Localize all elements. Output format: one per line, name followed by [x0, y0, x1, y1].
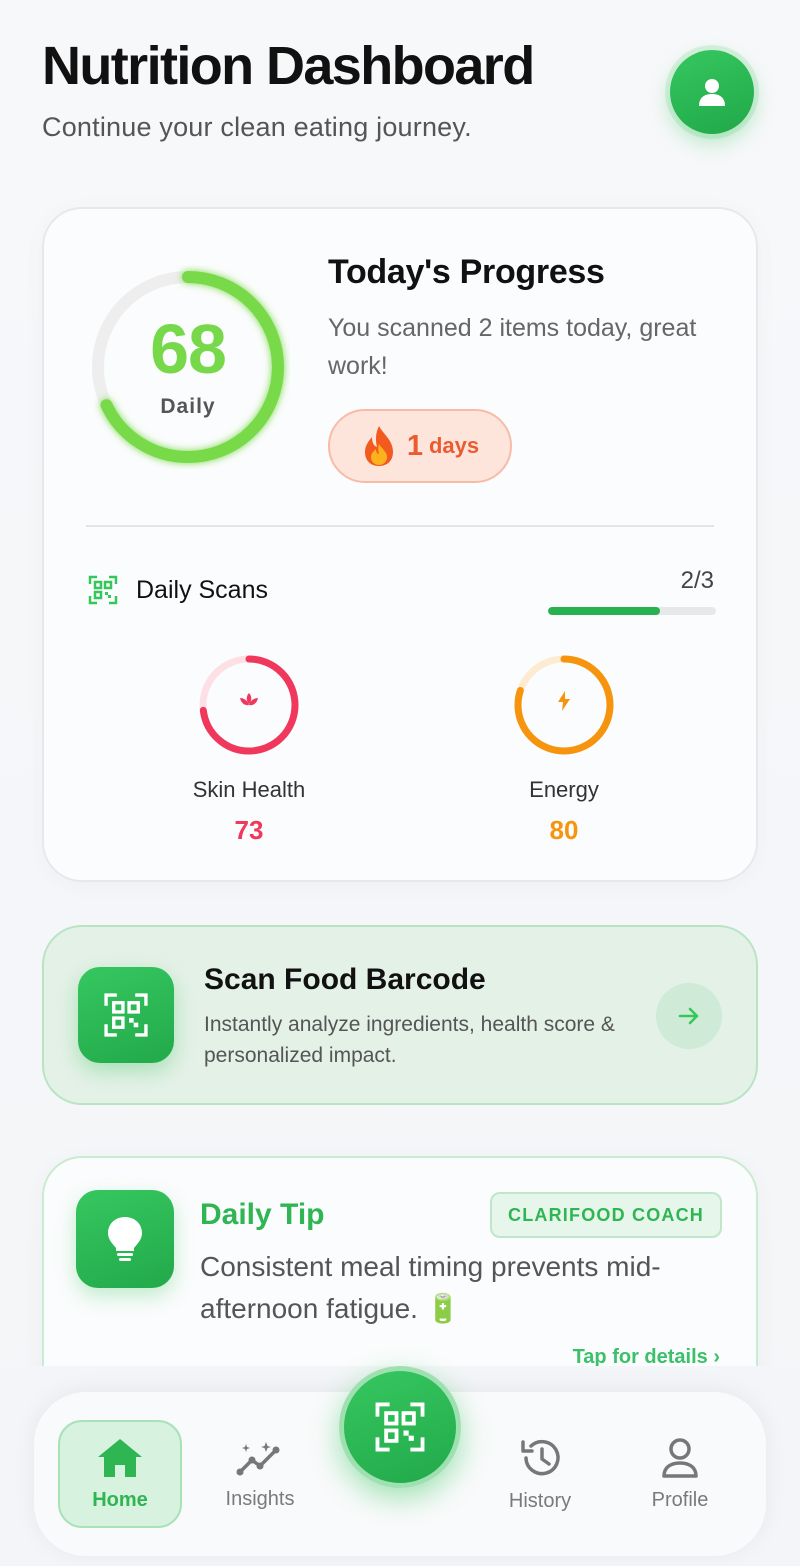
daily-score-value: 68 [150, 310, 227, 388]
metric-value: 73 [234, 815, 264, 845]
nav-insights[interactable]: Insights [198, 1420, 322, 1528]
nav-label: Profile [651, 1488, 709, 1511]
daily-score-ring: 68 Daily [86, 265, 290, 469]
arrow-right-icon [678, 1007, 699, 1025]
profile-icon [662, 1437, 698, 1478]
scan-icon-tile [78, 967, 174, 1063]
page-title: Nutrition Dashboard [42, 36, 535, 96]
insights-icon [236, 1441, 280, 1475]
nav-history[interactable]: History [478, 1420, 602, 1528]
scan-card-description: Instantly analyze ingredients, health sc… [204, 1013, 615, 1067]
daily-scans-bar [548, 607, 716, 615]
tip-icon-tile [76, 1190, 174, 1288]
metric-skin-health[interactable]: Skin Health 73 [139, 653, 359, 846]
metric-label: Skin Health [192, 777, 306, 802]
user-icon [699, 79, 725, 106]
lightning-icon [558, 691, 570, 711]
streak-value: 1 [406, 429, 423, 462]
metric-label: Energy [529, 777, 599, 802]
metric-energy[interactable]: Energy 80 [454, 653, 674, 846]
progress-title: Today's Progress [328, 253, 605, 291]
history-icon [521, 1439, 560, 1475]
lotus-icon [240, 693, 258, 706]
qr-scan-icon [375, 1402, 425, 1452]
scan-barcode-card[interactable]: Scan Food Barcode Instantly analyze ingr… [42, 925, 758, 1105]
nav-profile[interactable]: Profile [618, 1420, 742, 1528]
daily-scans-fill [548, 607, 661, 615]
daily-scans-label: Daily Scans [136, 575, 268, 604]
scan-fab-button[interactable] [339, 1366, 461, 1488]
metric-value: 80 [549, 815, 579, 845]
page-subtitle: Continue your clean eating journey. [42, 112, 472, 142]
home-icon [98, 1438, 142, 1477]
tip-text: Consistent meal timing prevents mid-afte… [200, 1251, 661, 1324]
header: Nutrition Dashboard Continue your clean … [42, 34, 760, 154]
scan-card-title: Scan Food Barcode [204, 963, 486, 996]
daily-tip-card[interactable]: Daily Tip CLARIFOOD COACH Consistent mea… [42, 1156, 758, 1396]
tip-title: Daily Tip [200, 1198, 325, 1231]
progress-text: You scanned 2 items today, great work! [328, 314, 697, 380]
streak-badge[interactable]: 1 days [328, 409, 512, 483]
qr-scan-icon [88, 575, 118, 605]
scan-arrow-button[interactable] [656, 983, 722, 1049]
nav-label: Insights [225, 1487, 295, 1510]
daily-scans-count: 2/3 [680, 567, 714, 594]
fire-icon [364, 426, 393, 466]
avatar-button[interactable] [670, 50, 754, 134]
progress-card: 68 Daily Today's Progress You scanned 2 … [42, 207, 758, 882]
qr-scan-icon [104, 993, 148, 1037]
nav-label: History [508, 1489, 572, 1512]
lightbulb-icon [108, 1217, 142, 1261]
daily-scans-row: Daily Scans [88, 575, 268, 605]
daily-score-label: Daily [160, 395, 216, 418]
nav-label: Home [92, 1488, 148, 1511]
coach-badge: CLARIFOOD COACH [490, 1192, 722, 1238]
divider [86, 525, 714, 527]
nav-home[interactable]: Home [58, 1420, 182, 1528]
streak-unit: days [428, 433, 480, 458]
